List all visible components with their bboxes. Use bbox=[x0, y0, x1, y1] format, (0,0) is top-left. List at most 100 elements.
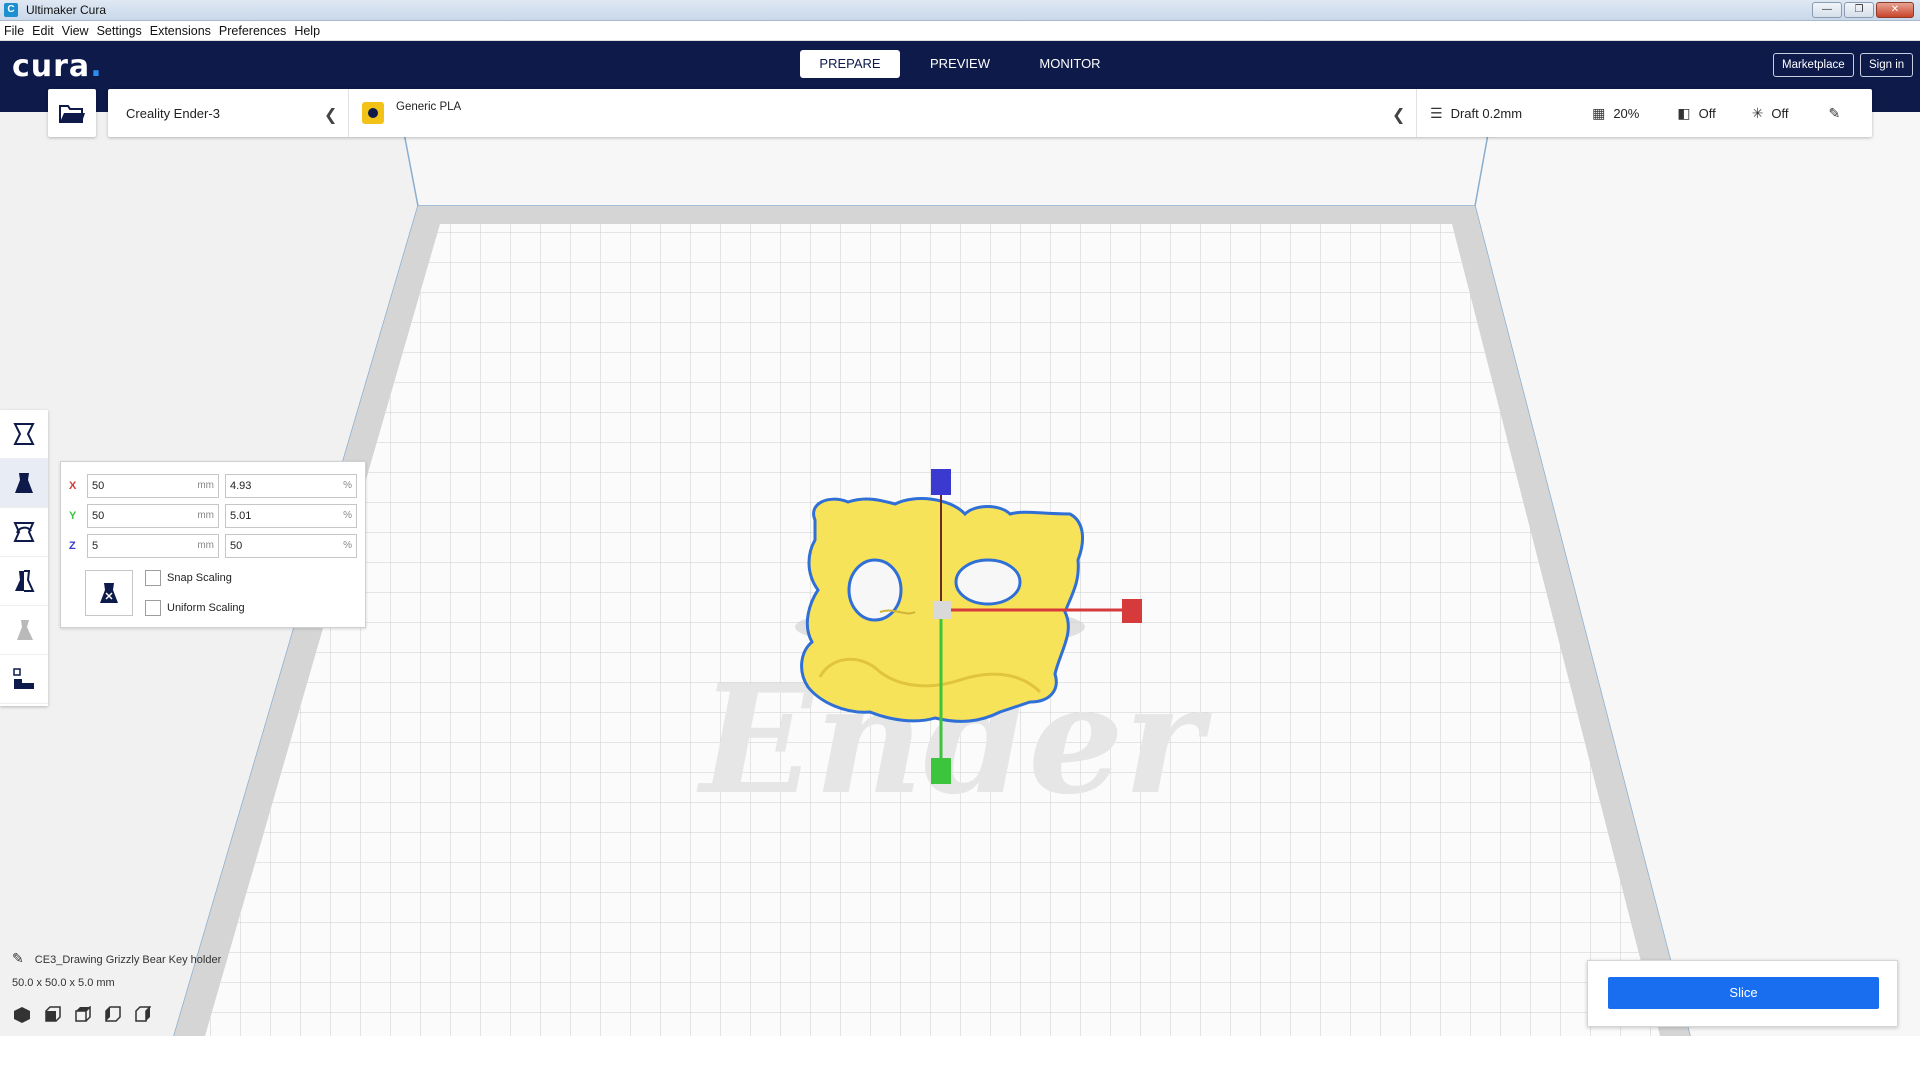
scale-tool[interactable] bbox=[0, 459, 48, 508]
mirror-tool[interactable] bbox=[0, 557, 48, 606]
snap-scaling-checkbox[interactable]: Snap Scaling bbox=[145, 570, 232, 586]
tab-monitor[interactable]: MONITOR bbox=[1020, 50, 1120, 78]
print-setup-toolbar: Creality Ender-3 ❮ Generic PLA ❮ ☰ Draft… bbox=[108, 89, 1872, 137]
menu-view[interactable]: View bbox=[62, 24, 89, 38]
window-title-bar: C Ultimaker Cura — ❐ ✕ bbox=[0, 0, 1920, 21]
snap-scaling-label: Snap Scaling bbox=[167, 572, 232, 584]
menu-extensions[interactable]: Extensions bbox=[150, 24, 211, 38]
support-value: Off bbox=[1698, 105, 1716, 121]
move-tool[interactable] bbox=[0, 410, 48, 459]
printer-selector[interactable]: Creality Ender-3 bbox=[126, 89, 220, 137]
x-mm-value: 50 bbox=[92, 480, 105, 492]
scale-row-z: Z 5 mm 50% bbox=[69, 534, 363, 558]
logo-dot: . bbox=[90, 49, 103, 84]
edit-settings-item: ✎ bbox=[1829, 105, 1849, 122]
adhesion-icon: ✳ bbox=[1751, 104, 1764, 121]
cube-top-icon bbox=[75, 1006, 91, 1022]
camera-view-buttons bbox=[12, 1005, 152, 1025]
tab-prepare[interactable]: PREPARE bbox=[800, 50, 900, 78]
open-file-button[interactable] bbox=[48, 89, 96, 137]
cura-app-icon: C bbox=[4, 3, 18, 17]
rotate-tool[interactable] bbox=[0, 508, 48, 557]
move-tool-icon bbox=[13, 423, 35, 445]
cube-front-icon bbox=[45, 1006, 61, 1022]
material-selector[interactable]: Generic PLA bbox=[362, 89, 461, 137]
stage-tabs: PREPARE PREVIEW MONITOR bbox=[800, 50, 1130, 78]
z-axis-handle[interactable] bbox=[931, 469, 951, 495]
pencil-icon[interactable]: ✎ bbox=[12, 950, 24, 966]
z-axis-label: Z bbox=[69, 540, 76, 552]
x-mm-input[interactable]: 50 mm bbox=[87, 474, 219, 498]
sign-in-button[interactable]: Sign in bbox=[1860, 53, 1914, 77]
scale-tool-icon bbox=[15, 473, 33, 493]
view-right-button[interactable] bbox=[132, 1005, 152, 1025]
scale-panel: X 50 mm 4.93% Y 50 mm 5.01% Z 5 mm 50% Snap… bbox=[60, 461, 366, 628]
folder-icon bbox=[59, 105, 85, 123]
menu-bar: File Edit View Settings Extensions Prefe… bbox=[0, 21, 1920, 41]
x-axis-handle[interactable] bbox=[1122, 599, 1142, 623]
menu-edit[interactable]: Edit bbox=[32, 24, 54, 38]
restore-button[interactable]: ❐ bbox=[1844, 2, 1874, 18]
mm-unit: mm bbox=[197, 480, 214, 491]
percent-unit: % bbox=[343, 540, 352, 551]
per-model-settings-tool[interactable] bbox=[0, 606, 48, 655]
cura-logo: cura. bbox=[12, 49, 103, 84]
tab-preview[interactable]: PREVIEW bbox=[910, 50, 1010, 78]
reset-scale-icon bbox=[100, 583, 118, 603]
support-blocker-icon bbox=[13, 668, 34, 689]
view-left-button[interactable] bbox=[102, 1005, 122, 1025]
cube-right-icon bbox=[135, 1006, 151, 1022]
chevron-left-icon[interactable]: ❮ bbox=[324, 105, 337, 125]
pencil-icon[interactable]: ✎ bbox=[1829, 105, 1841, 122]
z-percent-input[interactable]: 50% bbox=[225, 534, 357, 558]
z-percent-value: 50 bbox=[230, 540, 243, 552]
logo-text: cura bbox=[12, 49, 91, 84]
print-settings-selector[interactable]: ☰ Draft 0.2mm ▦ 20% ◧ Off ✳ Off ✎ bbox=[1430, 89, 1848, 137]
infill-item: ▦ 20% bbox=[1592, 105, 1639, 122]
mm-unit: mm bbox=[197, 540, 214, 551]
window-title: Ultimaker Cura bbox=[26, 3, 107, 17]
tool-column bbox=[0, 410, 48, 706]
menu-help[interactable]: Help bbox=[294, 24, 320, 38]
z-mm-input[interactable]: 5 mm bbox=[87, 534, 219, 558]
uniform-scaling-checkbox[interactable]: Uniform Scaling bbox=[145, 600, 245, 616]
profile-value: Draft 0.2mm bbox=[1450, 105, 1523, 121]
y-axis-handle[interactable] bbox=[931, 758, 951, 784]
scale-row-y: Y 50 mm 5.01% bbox=[69, 504, 363, 528]
center-handle[interactable] bbox=[933, 601, 951, 619]
uniform-scaling-box[interactable] bbox=[145, 600, 161, 616]
y-mm-input[interactable]: 50 mm bbox=[87, 504, 219, 528]
menu-file[interactable]: File bbox=[4, 24, 24, 38]
support-icon: ◧ bbox=[1677, 104, 1691, 121]
material-name: Generic PLA bbox=[396, 101, 462, 113]
x-percent-input[interactable]: 4.93% bbox=[225, 474, 357, 498]
snap-scaling-box[interactable] bbox=[145, 570, 161, 586]
reset-scale-button[interactable] bbox=[85, 570, 133, 616]
close-button[interactable]: ✕ bbox=[1876, 2, 1914, 18]
view-front-button[interactable] bbox=[42, 1005, 62, 1025]
percent-unit: % bbox=[343, 510, 352, 521]
window-controls: — ❐ ✕ bbox=[1812, 2, 1914, 18]
marketplace-button[interactable]: Marketplace bbox=[1773, 53, 1854, 77]
layer-height-icon: ☰ bbox=[1430, 104, 1443, 121]
cube-3d-icon bbox=[14, 1007, 30, 1023]
view-top-button[interactable] bbox=[72, 1005, 92, 1025]
adhesion-value: Off bbox=[1771, 105, 1789, 121]
infill-value: 20% bbox=[1613, 105, 1640, 121]
minimize-button[interactable]: — bbox=[1812, 2, 1842, 18]
percent-unit: % bbox=[343, 480, 352, 491]
menu-settings[interactable]: Settings bbox=[97, 24, 142, 38]
view-3d-button[interactable] bbox=[12, 1005, 32, 1025]
chevron-left-icon[interactable]: ❮ bbox=[1392, 105, 1405, 125]
z-mm-value: 5 bbox=[92, 540, 99, 552]
profile-item: ☰ Draft 0.2mm bbox=[1430, 105, 1522, 122]
per-model-settings-icon bbox=[17, 620, 33, 640]
x-percent-value: 4.93 bbox=[230, 480, 252, 492]
menu-preferences[interactable]: Preferences bbox=[219, 24, 286, 38]
infill-icon: ▦ bbox=[1592, 104, 1606, 121]
mirror-tool-icon bbox=[15, 570, 35, 592]
object-name: CE3_Drawing Grizzly Bear Key holder bbox=[34, 954, 222, 966]
y-percent-input[interactable]: 5.01% bbox=[225, 504, 357, 528]
slice-button[interactable]: Slice bbox=[1608, 977, 1879, 1009]
support-blocker-tool[interactable] bbox=[0, 655, 48, 704]
